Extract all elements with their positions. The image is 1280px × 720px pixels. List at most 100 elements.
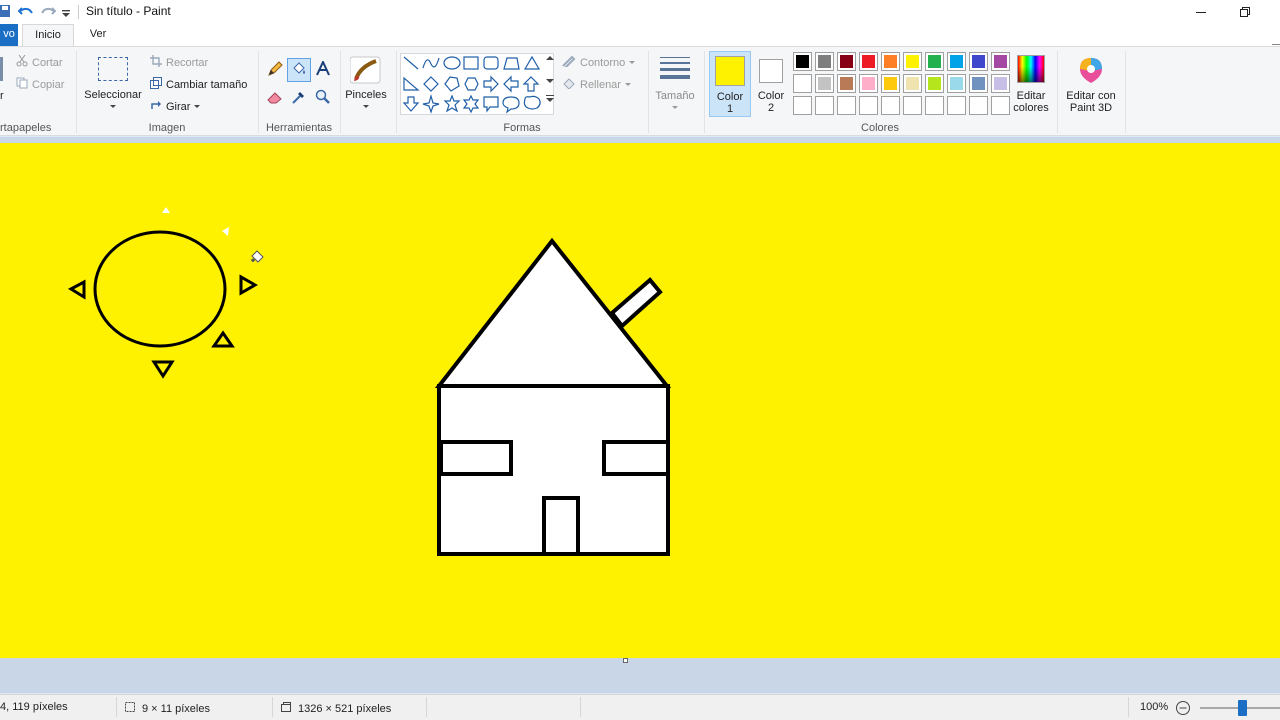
status-separator xyxy=(116,697,117,717)
palette-color-swatch[interactable] xyxy=(881,52,900,71)
palette-color-fill xyxy=(840,77,853,90)
pencil-button[interactable] xyxy=(264,59,286,81)
color1-swatch xyxy=(715,56,745,86)
palette-color-swatch[interactable] xyxy=(903,96,922,115)
rotate-label: Girar xyxy=(166,100,191,113)
palette-color-fill xyxy=(818,55,831,68)
select-label: Seleccionar xyxy=(84,89,142,101)
selection-size-text: 9 × 11 píxeles xyxy=(142,702,210,715)
color2-label-line1: Color xyxy=(757,90,785,102)
text-button[interactable] xyxy=(312,59,334,81)
redo-icon[interactable] xyxy=(40,4,57,21)
palette-color-swatch[interactable] xyxy=(991,96,1010,115)
color1-label-line2: 1 xyxy=(726,103,734,115)
palette-color-swatch[interactable] xyxy=(925,74,944,93)
palette-color-swatch[interactable] xyxy=(859,74,878,93)
palette-color-swatch[interactable] xyxy=(837,74,856,93)
brushes-button[interactable]: Pinceles xyxy=(344,51,388,119)
eraser-button[interactable] xyxy=(264,87,286,109)
zoom-level: 100% xyxy=(1140,701,1168,713)
image-group-label: Imagen xyxy=(148,122,186,134)
zoom-slider-thumb[interactable] xyxy=(1238,700,1247,716)
tab-view[interactable]: Ver xyxy=(82,24,114,46)
color2-swatch xyxy=(759,59,783,83)
canvas-resize-handle[interactable] xyxy=(623,658,628,663)
color-picker-button[interactable] xyxy=(288,87,310,109)
crop-button[interactable]: Recortar xyxy=(150,55,208,70)
tab-file[interactable]: vo xyxy=(0,24,18,46)
rotate-button[interactable]: Girar xyxy=(150,99,201,114)
cut-button[interactable]: Cortar xyxy=(16,54,63,70)
palette-color-swatch[interactable] xyxy=(815,96,834,115)
status-separator xyxy=(580,697,581,717)
palette-color-swatch[interactable] xyxy=(815,74,834,93)
color1-button[interactable]: Color 1 xyxy=(709,51,751,117)
paste-button-partial[interactable]: r xyxy=(0,51,8,111)
palette-color-swatch[interactable] xyxy=(925,52,944,71)
window-title: Sin título - Paint xyxy=(86,4,171,18)
shapes-gallery xyxy=(400,53,554,115)
palette-color-swatch[interactable] xyxy=(903,52,922,71)
edit-with-paint3d-button[interactable]: Editar con Paint 3D xyxy=(1061,51,1121,119)
image-size: 1326 × 521 píxeles xyxy=(280,701,391,716)
ribbon-tab-bar: vo Inicio Ver xyxy=(0,24,1280,47)
palette-color-swatch[interactable] xyxy=(991,52,1010,71)
palette-color-swatch[interactable] xyxy=(991,74,1010,93)
resize-icon xyxy=(150,77,162,92)
palette-color-swatch[interactable] xyxy=(969,96,988,115)
palette-color-swatch[interactable] xyxy=(969,52,988,71)
palette-color-fill xyxy=(972,55,985,68)
save-icon[interactable] xyxy=(0,4,12,21)
magnifier-button[interactable] xyxy=(312,87,334,109)
palette-color-fill xyxy=(862,77,875,90)
resize-button[interactable]: Cambiar tamaño xyxy=(150,77,247,92)
group-separator xyxy=(258,51,259,133)
undo-icon[interactable] xyxy=(17,4,34,21)
shapes-gallery-icons[interactable] xyxy=(401,54,555,116)
palette-color-swatch[interactable] xyxy=(881,74,900,93)
color2-label-line2: 2 xyxy=(767,102,775,114)
palette-color-swatch[interactable] xyxy=(881,96,900,115)
palette-color-swatch[interactable] xyxy=(947,74,966,93)
palette-color-swatch[interactable] xyxy=(793,52,812,71)
zoom-out-button[interactable] xyxy=(1175,700,1191,716)
palette-color-swatch[interactable] xyxy=(837,52,856,71)
palette-color-swatch[interactable] xyxy=(793,74,812,93)
fill-button[interactable]: Rellenar xyxy=(562,77,631,92)
customize-quick-access-icon[interactable] xyxy=(62,7,70,21)
line-width-icon xyxy=(660,57,690,79)
palette-color-swatch[interactable] xyxy=(947,52,966,71)
cursor-position: 4, 119 píxeles xyxy=(0,701,68,713)
palette-color-swatch[interactable] xyxy=(793,96,812,115)
palette-color-swatch[interactable] xyxy=(859,96,878,115)
minimize-button[interactable] xyxy=(1178,0,1224,24)
paste-label-partial: r xyxy=(0,90,4,102)
palette-color-swatch[interactable] xyxy=(815,52,834,71)
fill-bucket-button[interactable] xyxy=(287,58,311,82)
edit-colors-button[interactable]: Editar colores xyxy=(1010,51,1052,119)
size-label: Tamaño xyxy=(655,90,695,102)
house-drawing xyxy=(434,237,672,556)
select-button[interactable]: Seleccionar xyxy=(82,51,144,117)
color-palette xyxy=(793,52,1015,118)
size-button[interactable]: Tamaño xyxy=(652,51,698,119)
drawing-canvas[interactable] xyxy=(0,143,1280,658)
outline-button[interactable]: Contorno xyxy=(562,55,636,70)
tab-home[interactable]: Inicio xyxy=(22,24,74,47)
restore-button[interactable] xyxy=(1222,0,1268,24)
palette-color-swatch[interactable] xyxy=(859,52,878,71)
palette-color-fill xyxy=(906,77,919,90)
chevron-down-icon xyxy=(629,61,636,64)
copy-button[interactable]: Copiar xyxy=(16,77,64,92)
palette-color-swatch[interactable] xyxy=(925,96,944,115)
color2-button[interactable]: Color 2 xyxy=(752,51,790,117)
palette-color-swatch[interactable] xyxy=(969,74,988,93)
palette-color-fill xyxy=(840,55,853,68)
palette-color-swatch[interactable] xyxy=(947,96,966,115)
palette-color-swatch[interactable] xyxy=(903,74,922,93)
palette-color-fill xyxy=(818,77,831,90)
palette-color-fill xyxy=(796,77,809,90)
group-separator xyxy=(704,51,705,133)
copy-icon xyxy=(16,77,28,92)
palette-color-swatch[interactable] xyxy=(837,96,856,115)
